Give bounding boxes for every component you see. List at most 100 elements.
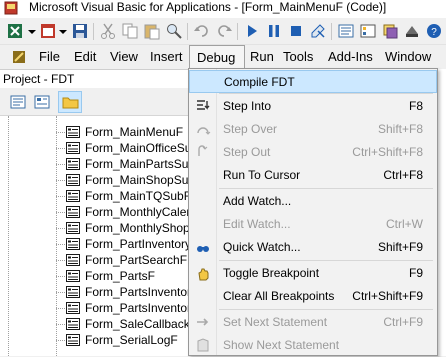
excel-icon[interactable] [6, 22, 24, 40]
menu-separator [219, 309, 433, 310]
menu-add-ins[interactable]: Add-Ins [328, 49, 373, 64]
menu-item-label: Show Next Statement [223, 338, 340, 352]
menu-edit[interactable]: Edit [74, 49, 96, 64]
menu-window[interactable]: Window [385, 49, 431, 64]
debug-menu-item-add-watch[interactable]: Add Watch... [189, 190, 437, 213]
tree-item[interactable]: Form_MainMenuF [0, 124, 188, 140]
menu-item-shortcut: Ctrl+W [386, 217, 423, 231]
menu-item-shortcut: F8 [408, 99, 423, 113]
debug-menu-item-step-out[interactable]: Step Out Ctrl+Shift+F8 [189, 141, 437, 164]
tree-item[interactable]: Form_SaleCallbackF [0, 316, 197, 332]
vba-app-icon [4, 1, 18, 15]
project-explorer-icon[interactable] [337, 22, 355, 40]
find-icon[interactable] [165, 22, 183, 40]
tree-item-label: Form_SaleCallbackF [85, 317, 198, 331]
tree-item[interactable]: Form_PartInventoryO [0, 236, 200, 252]
menu-separator [219, 188, 433, 189]
undo-icon[interactable] [193, 22, 211, 40]
svg-text:?: ? [431, 27, 437, 38]
view-code-icon[interactable] [10, 95, 26, 109]
form-module-icon [66, 238, 80, 250]
step-over-icon [197, 127, 211, 135]
tree-item[interactable]: Form_PartsF [0, 268, 188, 284]
tree-item[interactable]: Form_MonthlyCalenda [0, 204, 206, 220]
debug-menu-item-clear-all-breakpoints[interactable]: Clear All Breakpoints Ctrl+Shift+F9 [189, 285, 437, 308]
debug-menu-item-toggle-breakpoint[interactable]: Toggle Breakpoint F9 [189, 262, 437, 285]
project-explorer-toolbar [0, 88, 188, 116]
debug-menu-item-run-to-cursor[interactable]: Run To Cursor Ctrl+F8 [189, 164, 437, 187]
menu-item-label: Step Out [223, 145, 271, 159]
dropdown-arrow-icon[interactable] [57, 22, 69, 40]
menu-item-shortcut: Ctrl+F9 [383, 315, 423, 329]
tree-item[interactable]: Form_MainTQSubF [0, 188, 191, 204]
debug-menu-item-set-next-statement[interactable]: Set Next Statement Ctrl+F9 [189, 311, 437, 334]
dropdown-arrow-icon[interactable] [26, 22, 38, 40]
vba-menu-icon[interactable] [12, 50, 26, 64]
project-tree[interactable]: Form_MainMenuF Form_MainOfficeSubF Form_Ma… [0, 116, 206, 356]
menu-item-shortcut: Ctrl+F8 [383, 168, 423, 182]
tree-item-label: Form_MainMenuF [85, 125, 184, 139]
debug-menu-item-quick-watch[interactable]: Quick Watch... Shift+F9 [189, 236, 437, 259]
tree-item-label: Form_MainShopSubF [85, 173, 203, 187]
paste-icon[interactable] [143, 22, 161, 40]
menu-bar: File Edit View Insert Debug Run Tools Ad… [0, 45, 446, 69]
menu-view[interactable]: View [110, 49, 138, 64]
menu-separator [219, 93, 433, 94]
form-module-icon [66, 174, 80, 186]
toolbox-icon[interactable] [403, 22, 421, 40]
form-module-icon [66, 206, 80, 218]
redo-icon[interactable] [215, 22, 233, 40]
menu-item-label: Edit Watch... [223, 217, 291, 231]
tree-item[interactable]: Form_MainOfficeSubF [0, 140, 206, 156]
insert-userform-icon[interactable] [39, 22, 57, 40]
tree-item[interactable]: Form_MonthlyShopCa [0, 220, 205, 236]
tree-item-label: Form_PartsInventory [85, 301, 198, 315]
project-explorer-title: Project - FDT [3, 72, 75, 86]
menu-item-label: Step Into [223, 99, 272, 113]
debug-menu-item-compile-fdt[interactable]: Compile FDT [189, 70, 437, 93]
menu-run[interactable]: Run [250, 49, 274, 64]
debug-menu-item-step-over[interactable]: Step Over Shift+F8 [189, 118, 437, 141]
step-out-icon [198, 145, 208, 156]
form-module-icon [66, 142, 80, 154]
step-into-icon [197, 100, 210, 110]
form-module-icon [66, 302, 80, 314]
tree-item[interactable]: Form_PartsInventory [0, 300, 197, 316]
design-mode-icon[interactable] [309, 22, 327, 40]
tree-item[interactable]: Form_PartsInventory [0, 284, 197, 300]
debug-menu-dropdown: Compile FDT Step Into F8 Step Over Shift+F8 S… [188, 68, 438, 356]
tree-item-label: Form_PartSearchF [85, 253, 188, 267]
breakpoint-hand-icon [198, 268, 209, 281]
properties-icon[interactable] [359, 22, 377, 40]
toggle-folders-button[interactable] [58, 91, 82, 113]
menu-item-label: Compile FDT [224, 75, 295, 89]
tree-item-label: Form_MainPartsSubF [85, 157, 203, 171]
help-icon[interactable]: ? [425, 22, 443, 40]
form-module-icon [66, 126, 80, 138]
tree-item[interactable]: Form_SerialLogF [0, 332, 188, 348]
run-icon[interactable] [243, 22, 261, 40]
menu-tools[interactable]: Tools [283, 49, 313, 64]
cut-icon[interactable] [99, 22, 117, 40]
form-module-icon [66, 222, 80, 234]
form-module-icon [66, 318, 80, 330]
menu-file[interactable]: File [39, 49, 60, 64]
debug-menu-item-show-next-statement[interactable]: Show Next Statement [189, 334, 437, 357]
debug-menu-item-step-into[interactable]: Step Into F8 [189, 95, 437, 118]
tree-item[interactable]: Form_PartSearchF [0, 252, 188, 268]
copy-icon[interactable] [121, 22, 139, 40]
break-icon[interactable] [265, 22, 283, 40]
view-object-icon[interactable] [34, 95, 50, 109]
menu-item-label: Add Watch... [223, 194, 292, 208]
object-browser-icon[interactable] [381, 22, 399, 40]
menu-insert[interactable]: Insert [150, 49, 183, 64]
tree-item[interactable]: Form_MainPartsSubF [0, 156, 202, 172]
tree-item[interactable]: Form_MainShopSubF [0, 172, 202, 188]
reset-icon[interactable] [287, 22, 305, 40]
tree-item-label: Form_SerialLogF [85, 333, 178, 347]
debug-menu-item-edit-watch[interactable]: Edit Watch... Ctrl+W [189, 213, 437, 236]
menu-debug[interactable]: Debug [189, 45, 245, 69]
set-next-statement-icon [197, 318, 209, 326]
form-module-icon [66, 158, 80, 170]
save-icon[interactable] [71, 22, 89, 40]
